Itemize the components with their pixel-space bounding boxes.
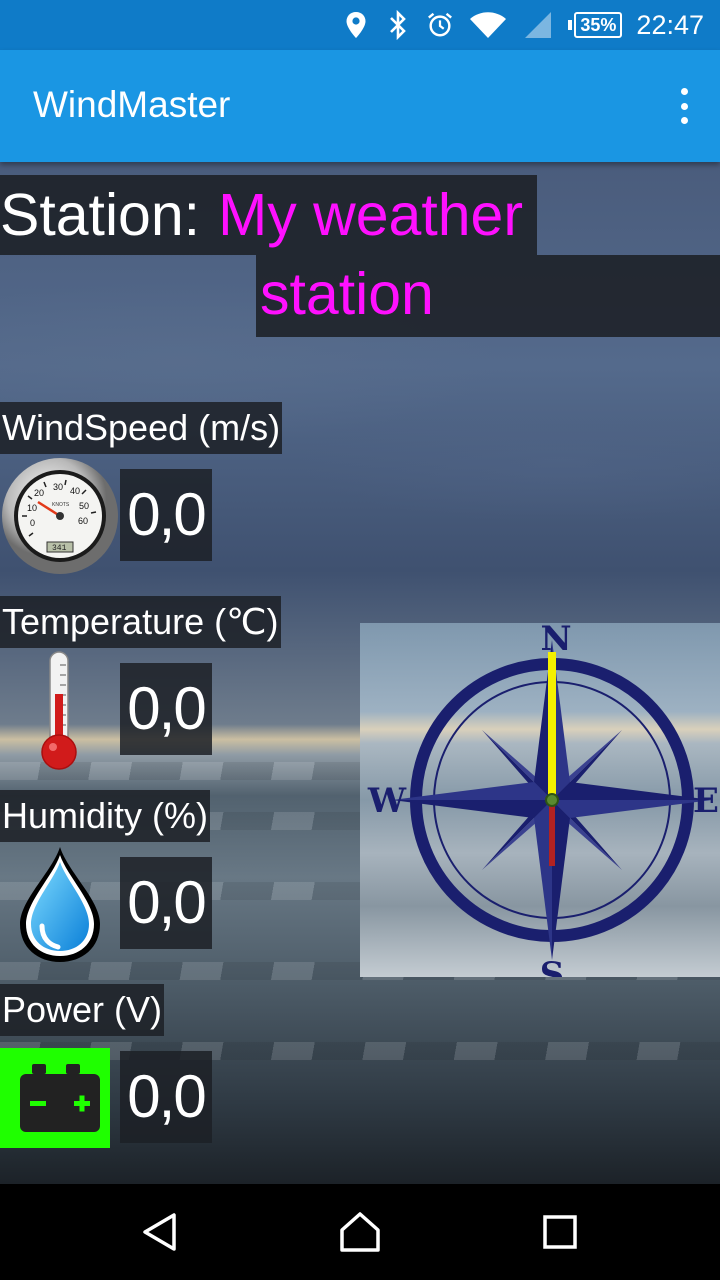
gauge-tick: 60	[78, 516, 88, 526]
gauge-unit: KNOTS	[52, 502, 70, 508]
home-icon[interactable]	[336, 1208, 384, 1256]
app-bar: WindMaster	[0, 50, 720, 162]
windspeed-value: 0,0	[120, 469, 212, 561]
back-icon[interactable]	[136, 1208, 184, 1256]
station-header: Station: My weather	[0, 175, 538, 255]
recents-icon[interactable]	[536, 1208, 584, 1256]
compass-east-label: E	[693, 781, 719, 821]
wifi-icon	[468, 11, 508, 39]
windspeed-label: WindSpeed (m/s)	[0, 402, 283, 454]
status-bar: 35% 22:47	[0, 0, 720, 50]
signal-icon	[522, 11, 554, 39]
battery-percent: 35%	[574, 12, 623, 38]
app-title: WindMaster	[33, 84, 231, 125]
navigation-bar	[0, 1184, 720, 1280]
thermometer-icon	[0, 650, 120, 770]
gauge-tick: 30	[53, 482, 63, 492]
gauge-tick: 0	[30, 518, 35, 528]
power-value: 0,0	[120, 1051, 212, 1143]
location-icon	[342, 11, 370, 39]
power-label: Power (V)	[0, 984, 165, 1036]
speedometer-icon: 0 10 20 30 40 50 60 KNOTS 341	[0, 456, 120, 576]
compass-south-label: S	[540, 955, 565, 977]
alarm-icon	[426, 11, 454, 39]
battery-icon: 35%	[568, 12, 623, 38]
main-content: Station: My weather station WindSpeed (m…	[0, 162, 720, 1184]
compass-panel: N S E W	[360, 623, 720, 977]
humidity-label: Humidity (%)	[0, 790, 211, 842]
gauge-tick: 40	[70, 486, 80, 496]
gauge-tick: 10	[27, 503, 37, 513]
water-drop-icon	[0, 844, 120, 964]
temperature-value: 0,0	[120, 663, 212, 755]
gauge-tick: 20	[34, 488, 44, 498]
overflow-menu-icon[interactable]	[678, 88, 690, 124]
compass-west-label: W	[367, 781, 407, 821]
station-name-continued[interactable]: station	[256, 255, 720, 337]
gauge-tick: 50	[79, 501, 89, 511]
humidity-value: 0,0	[120, 857, 212, 949]
station-name[interactable]: My weather	[218, 181, 523, 249]
gauge-odometer: 341	[52, 544, 67, 553]
battery-icon	[0, 1048, 110, 1148]
temperature-label: Temperature (℃)	[0, 596, 281, 648]
station-label: Station:	[0, 182, 201, 248]
clock: 22:47	[636, 9, 704, 40]
status-icons: 35% 22:47	[342, 0, 704, 50]
bluetooth-icon	[384, 10, 412, 40]
